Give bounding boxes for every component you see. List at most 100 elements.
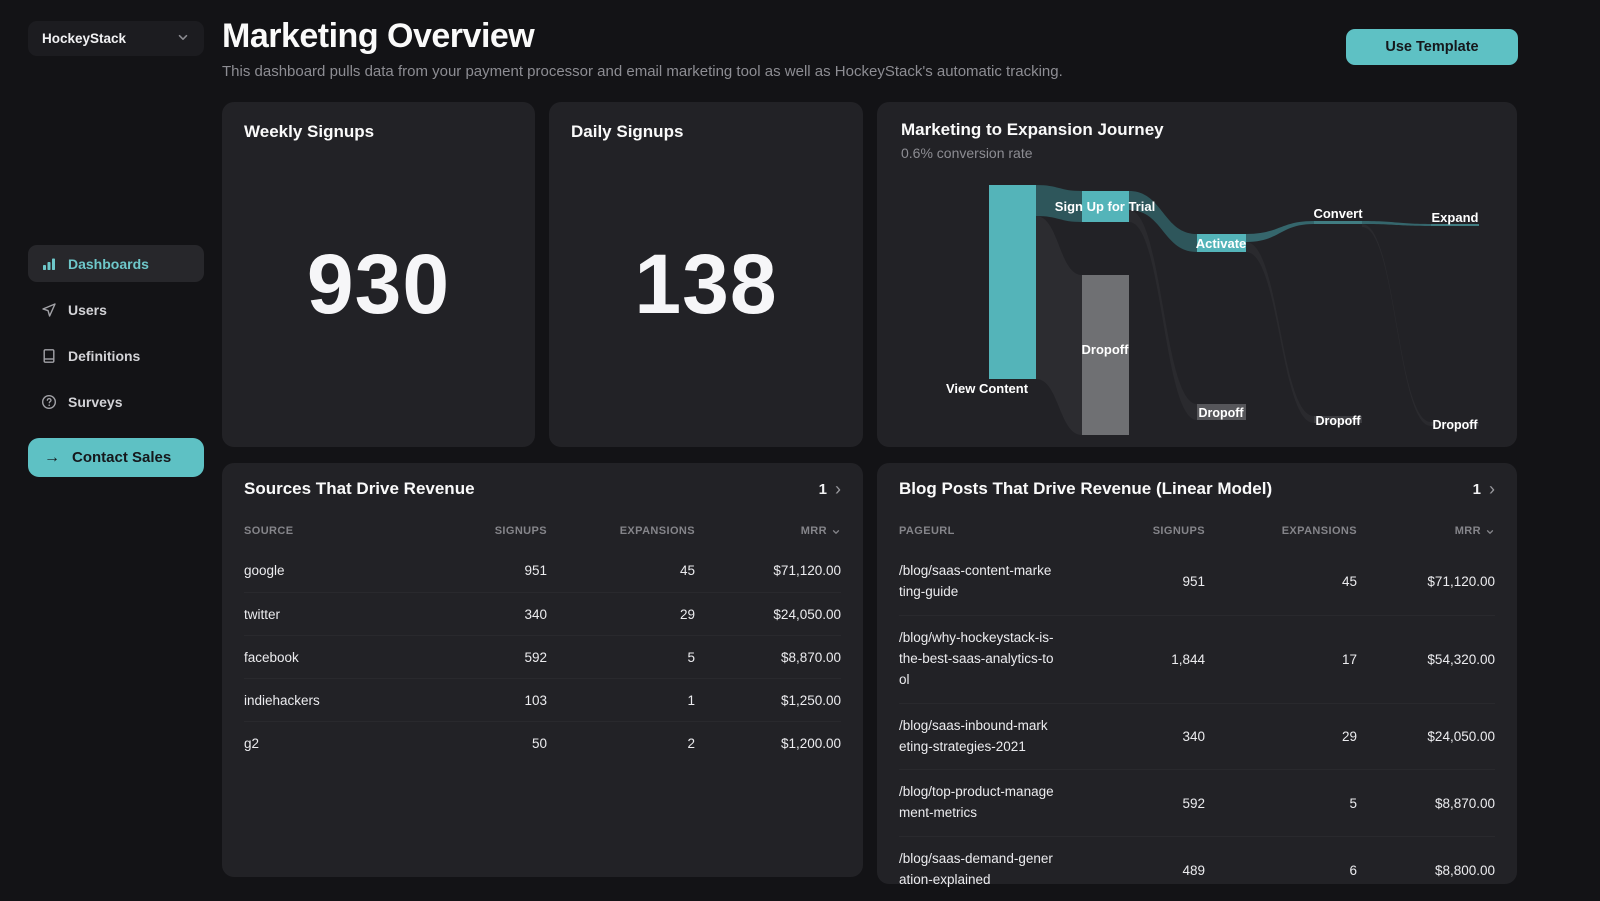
sort-chevron-icon <box>1486 529 1494 534</box>
cell-value: 29 <box>1341 729 1357 745</box>
page-number: 1 <box>818 480 827 498</box>
column-header-pageurl[interactable]: PAGEURL <box>899 525 1054 537</box>
contact-sales-button[interactable]: → Contact Sales <box>28 438 204 477</box>
row-key: google <box>244 563 285 578</box>
next-page-chevron-icon[interactable]: › <box>835 480 841 498</box>
sidebar-item-label: Dashboards <box>68 255 149 272</box>
pagination: 1 › <box>1473 480 1495 498</box>
column-header-expansions[interactable]: EXPANSIONS <box>1205 525 1357 537</box>
table-body: google 951 45 $71,120.00 twitter 340 29 $24,050… <box>244 549 841 764</box>
table-row[interactable]: /blog/saas-content-marketing-guide 951 45 $… <box>899 549 1495 615</box>
sidebar-item-label: Surveys <box>68 393 123 410</box>
contact-sales-label: Contact Sales <box>72 449 172 466</box>
cell-value: 489 <box>1182 862 1205 878</box>
sankey-node-label: Dropoff <box>1432 418 1478 432</box>
row-key: /blog/saas-demand-generation-explained <box>899 851 1053 888</box>
sankey-node[interactable] <box>989 185 1036 379</box>
weekly-signups-value: 930 <box>306 237 451 331</box>
sort-chevron-icon <box>832 529 840 534</box>
bar-chart-icon <box>41 256 57 272</box>
card-title: Daily Signups <box>571 122 684 141</box>
sankey-node-label: Dropoff <box>1082 342 1130 357</box>
cell-value: $8,800.00 <box>1434 862 1495 878</box>
cell-value: $54,320.00 <box>1427 651 1495 667</box>
column-header-signups[interactable]: SIGNUPS <box>1054 525 1205 537</box>
card-title: Sources That Drive Revenue <box>244 479 475 498</box>
sankey-link <box>1036 216 1082 435</box>
cell-value: 5 <box>687 649 695 665</box>
cell-value: 340 <box>1182 729 1205 745</box>
cell-value: 592 <box>524 649 547 665</box>
cell-value: 50 <box>531 735 547 751</box>
weekly-signups-card: Weekly Signups 930 <box>222 102 535 447</box>
workspace-switcher[interactable]: HockeyStack <box>28 21 204 56</box>
table-header: SOURCE SIGNUPS EXPANSIONS MRR <box>244 499 841 549</box>
column-header-mrr-sort[interactable]: MRR <box>695 525 841 537</box>
cell-value: 951 <box>524 563 547 578</box>
sankey-link <box>1362 224 1431 426</box>
row-key: g2 <box>244 735 260 751</box>
table-row[interactable]: twitter 340 29 $24,050.00 <box>244 592 841 635</box>
cell-value: $71,120.00 <box>773 563 841 578</box>
sankey-node-label: Expand <box>1432 210 1479 225</box>
row-key: twitter <box>244 606 281 622</box>
cell-value: 1,844 <box>1171 651 1205 667</box>
cell-value: 17 <box>1341 651 1357 667</box>
sankey-node-label: View Content <box>946 381 1029 396</box>
sankey-node-label: Dropoff <box>1315 414 1361 428</box>
sidebar-item-dashboards[interactable]: Dashboards <box>28 245 204 282</box>
sidebar-item-label: Definitions <box>68 347 141 364</box>
table-row[interactable]: /blog/saas-demand-generation-explained 48… <box>899 836 1495 901</box>
cell-value: $24,050.00 <box>1427 729 1495 745</box>
book-icon <box>41 348 57 364</box>
sidebar-item-users[interactable]: Users <box>28 291 204 328</box>
use-template-button[interactable]: Use Template <box>1346 29 1518 65</box>
cell-value: 29 <box>679 606 695 622</box>
sankey-node-label: Dropoff <box>1198 406 1244 420</box>
cell-value: $71,120.00 <box>1427 574 1495 590</box>
sankey-link <box>1362 221 1431 226</box>
page-title: Marketing Overview <box>222 17 535 55</box>
arrow-right-icon: → <box>44 448 60 466</box>
pagination: 1 › <box>819 480 841 498</box>
sidebar-item-label: Users <box>68 301 107 318</box>
table-body: /blog/saas-content-marketing-guide 951 45 $… <box>899 549 1495 901</box>
table-row[interactable]: g2 50 2 $1,200.00 <box>244 721 841 764</box>
cell-value: 45 <box>679 563 695 578</box>
sidebar-item-surveys[interactable]: Surveys <box>28 383 204 420</box>
sidebar: HockeyStack Dashboards Users Definitions <box>0 0 222 901</box>
row-key: /blog/why-hockeystack-is-the-best-saas-a… <box>899 629 1054 687</box>
row-key: facebook <box>244 649 299 665</box>
row-key: /blog/saas-inbound-marketing-strategies-… <box>899 717 1048 754</box>
workspace-name: HockeyStack <box>42 31 127 46</box>
journey-card: Marketing to Expansion Journey 0.6% conv… <box>877 102 1517 447</box>
sankey-node[interactable] <box>1314 221 1362 224</box>
table-row[interactable]: google 951 45 $71,120.00 <box>244 549 841 592</box>
sankey-link <box>1246 221 1314 242</box>
row-key: indiehackers <box>244 692 320 708</box>
sidebar-nav: Dashboards Users Definitions Surveys <box>28 245 204 429</box>
table-row[interactable]: /blog/saas-inbound-marketing-strategies-… <box>899 702 1495 770</box>
row-key: /blog/saas-content-marketing-guide <box>899 563 1052 599</box>
table-row[interactable]: facebook 592 5 $8,870.00 <box>244 635 841 678</box>
sidebar-item-definitions[interactable]: Definitions <box>28 337 204 374</box>
column-header-expansions[interactable]: EXPANSIONS <box>547 525 695 537</box>
cell-value: 5 <box>1349 795 1357 811</box>
table-row[interactable]: indiehackers 103 1 $1,250.00 <box>244 678 841 721</box>
cell-value: $1,250.00 <box>780 692 841 708</box>
sankey-node-label: Activate <box>1196 236 1247 251</box>
column-header-signups[interactable]: SIGNUPS <box>399 525 547 537</box>
help-circle-icon <box>41 394 57 410</box>
column-header-source[interactable]: SOURCE <box>244 525 399 537</box>
table-row[interactable]: /blog/why-hockeystack-is-the-best-saas-a… <box>899 614 1495 703</box>
card-title: Blog Posts That Drive Revenue (Linear Mo… <box>899 479 1273 498</box>
send-icon <box>41 302 57 318</box>
sankey-link <box>1246 242 1314 423</box>
journey-sankey-chart: View Content Sign Up for Trial Dropoff Acti… <box>946 185 1479 435</box>
column-header-mrr-sort[interactable]: MRR <box>1357 525 1495 537</box>
cell-value: $24,050.00 <box>773 606 841 622</box>
table-row[interactable]: /blog/top-product-management-metrics 592 5… <box>899 769 1495 836</box>
cell-value: 1 <box>687 692 695 708</box>
next-page-chevron-icon[interactable]: › <box>1489 480 1495 498</box>
cell-value: 6 <box>1349 862 1357 878</box>
